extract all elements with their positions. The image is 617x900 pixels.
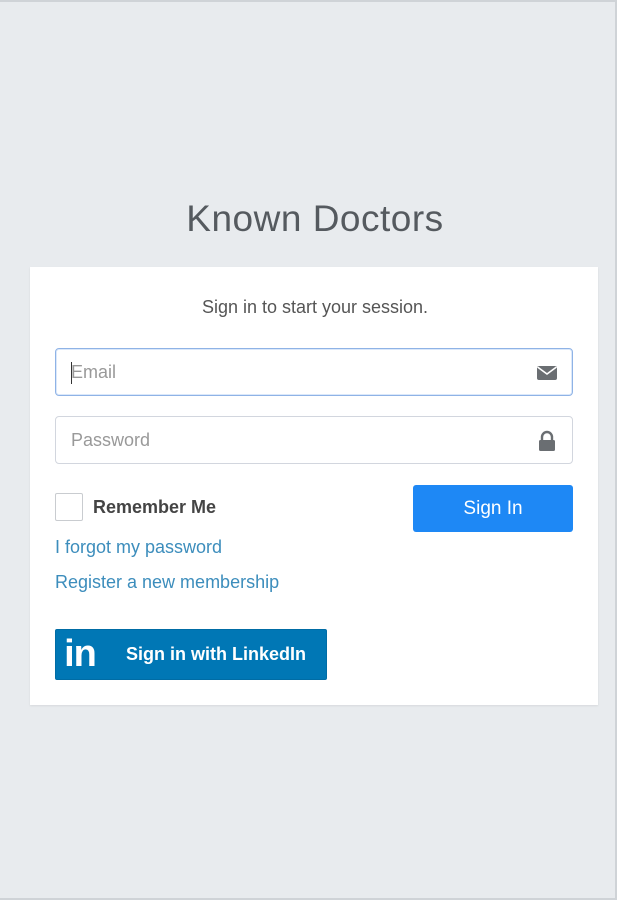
remember-me-label: Remember Me: [93, 496, 217, 517]
login-message: Sign in to start your session.: [201, 297, 429, 317]
lock-icon: [539, 430, 555, 451]
password-input[interactable]: [71, 417, 521, 463]
linkedin-signin-label: Sign in with LinkedIn: [126, 644, 306, 664]
login-card: Sign in to start your session. Remember …: [30, 267, 598, 705]
sign-in-button[interactable]: Sign In: [413, 485, 573, 532]
password-field[interactable]: [55, 416, 573, 464]
email-input[interactable]: [71, 349, 521, 395]
forgot-password-link[interactable]: I forgot my password: [55, 537, 222, 558]
register-link[interactable]: Register a new membership: [55, 572, 279, 593]
linkedin-icon: in: [64, 633, 97, 675]
email-field[interactable]: [55, 348, 573, 396]
envelope-icon: [537, 366, 557, 380]
remember-me-checkbox[interactable]: [55, 493, 83, 521]
remember-me[interactable]: Remember Me: [55, 492, 216, 522]
linkedin-signin-button[interactable]: in Sign in with LinkedIn: [55, 629, 327, 680]
app-logo-title: Known Doctors: [186, 198, 444, 239]
text-caret: [71, 362, 72, 384]
